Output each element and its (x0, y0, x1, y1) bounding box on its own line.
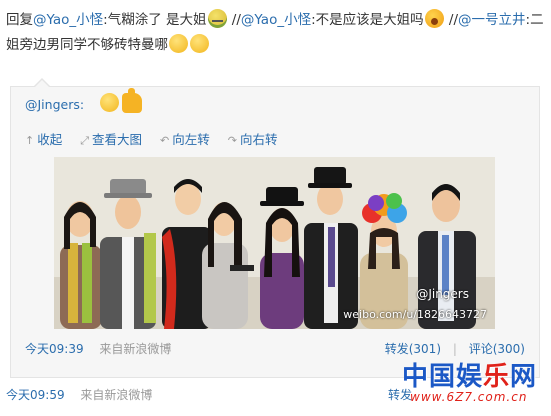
logo-text: 中国娱乐网 (402, 362, 538, 392)
smile-emoji-icon (100, 93, 119, 112)
collapse-icon: ↑ (25, 134, 35, 147)
laugh-emoji-icon (190, 34, 209, 53)
collapse-button[interactable]: ↑ 收起 (25, 132, 62, 147)
image-toolbar: ↑ 收起 ⤢ 查看大图 ↶ 向左转 ↷ 向右转 (25, 129, 291, 148)
photo-watermark-user: @Jingers (416, 287, 469, 301)
photo-watermark-url: weibo.com/u/1826643727 (343, 308, 487, 321)
reply-separator: // (444, 12, 459, 28)
reply-text: 回复@Yao_小怪:气糊涂了 是大姐 //@Yao_小怪:不是应该是大姐吗 //… (6, 8, 546, 58)
site-logo: 中国娱乐网 www.6Z7.com.cn (398, 356, 548, 412)
thumbs-up-icon (122, 88, 142, 113)
sick-emoji-icon (207, 9, 227, 28)
quoted-author[interactable]: @Jingers: (25, 97, 84, 112)
reply-segment: :不是应该是大姐吗 (311, 12, 424, 28)
mention-link[interactable]: @Yao_小怪 (33, 12, 103, 28)
quoted-post-time[interactable]: 今天09:39 (25, 342, 84, 356)
rotate-left-icon: ↶ (160, 134, 170, 147)
wink-emoji-icon (169, 34, 188, 53)
group-photo[interactable]: @Jingers weibo.com/u/1826643727 (54, 157, 495, 329)
quoted-post-stats: 转发(301) | 评论(300) (377, 340, 525, 357)
post-source: 来自新浪微博 (80, 388, 153, 402)
stats-separator: | (452, 342, 457, 356)
quoted-post-footer: 今天09:39 来自新浪微博 转发(301) | 评论(300) (25, 340, 525, 357)
quoted-repost-link[interactable]: 转发(301) (385, 342, 441, 356)
reply-segment: :气糊涂了 是大姐 (103, 12, 207, 28)
quoted-comment-link[interactable]: 评论(300) (469, 342, 525, 356)
quoted-emoji (99, 88, 142, 113)
rotate-right-icon: ↷ (227, 134, 237, 147)
logo-url: www.6Z7.com.cn (410, 390, 528, 404)
rotate-right-button[interactable]: ↷ 向右转 (228, 132, 278, 147)
view-large-button[interactable]: ⤢ 查看大图 (80, 132, 142, 147)
rotate-left-button[interactable]: ↶ 向左转 (160, 132, 210, 147)
mention-link[interactable]: @一号立井 (458, 12, 526, 28)
reply-prefix: 回复 (6, 12, 33, 28)
post-time[interactable]: 今天09:59 (6, 388, 65, 402)
shocked-emoji-icon (424, 9, 444, 28)
quoted-post: @Jingers: ↑ 收起 ⤢ 查看大图 ↶ 向左转 ↷ 向右转 @Jinge… (10, 78, 540, 378)
quoted-post-source: 来自新浪微博 (99, 342, 172, 356)
view-large-icon: ⤢ (80, 134, 90, 147)
reply-separator: // (227, 12, 241, 28)
group-photo-illustration (54, 157, 495, 329)
mention-link[interactable]: @Yao_小怪 (241, 12, 311, 28)
post-footer: 今天09:59 来自新浪微博 (6, 386, 152, 403)
